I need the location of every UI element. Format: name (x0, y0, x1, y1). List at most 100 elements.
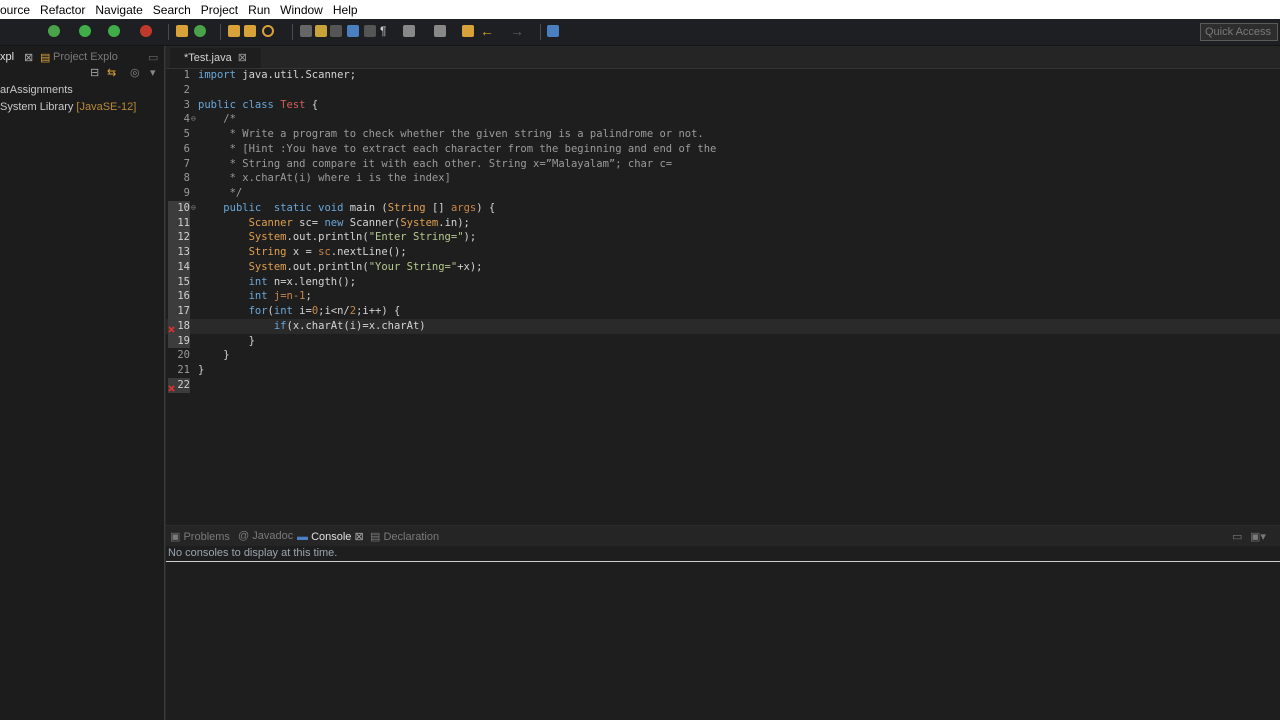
toggle-mark-icon[interactable] (330, 25, 342, 37)
code-line[interactable]: 6 * [Hint :You have to extract each char… (166, 142, 1280, 157)
code-line[interactable]: 22 (166, 377, 1280, 393)
code-text[interactable]: * String and compare it with each other.… (198, 157, 673, 172)
code-editor[interactable]: *Test.java ⊠ 1 import java.util.Scanner; 2 3… (166, 46, 1280, 525)
new-package-icon[interactable] (176, 25, 188, 37)
code-line[interactable]: 15 int n=x.length(); (166, 274, 1280, 290)
close-icon[interactable]: ⊠ (238, 52, 247, 64)
code-line[interactable]: 11 Scanner sc= new Scanner(System.in); (166, 215, 1280, 231)
menu-search[interactable]: Search (153, 3, 191, 17)
fold-toggle-icon[interactable]: ⊖ (191, 112, 196, 127)
open-console-icon[interactable]: ▣▾ (1250, 530, 1266, 543)
code-text[interactable]: } (198, 334, 255, 349)
code-line[interactable]: 1 import java.util.Scanner; (166, 68, 1280, 83)
menu-run[interactable]: Run (248, 3, 270, 17)
code-text[interactable]: for(int i=0;i<n/2;i++) { (198, 304, 401, 319)
menu-navigate[interactable]: Navigate (95, 3, 142, 17)
code-text[interactable]: public static void main (String [] args)… (198, 201, 495, 216)
highlight-icon[interactable] (300, 25, 312, 37)
fold-toggle-icon[interactable]: ⊖ (191, 201, 196, 216)
minimize-icon[interactable]: ▭ (148, 51, 158, 64)
coverage-icon[interactable] (108, 25, 120, 37)
left-pane: xpl ⊠ ▤ Project Explo ▭ ⊟ ⇆ ◎ ▾ arAssign… (0, 46, 165, 720)
menu-source[interactable]: ource (0, 3, 30, 17)
tab-javadoc[interactable]: @ Javadoc (238, 530, 293, 542)
tab-declaration[interactable]: ▤ Declaration (370, 530, 439, 543)
back-icon[interactable]: ← (480, 24, 494, 38)
tab-test-java[interactable]: *Test.java ⊠ (170, 48, 261, 68)
pen-icon[interactable] (315, 25, 327, 37)
open-task-icon[interactable] (244, 25, 256, 37)
close-icon[interactable]: ⊠ (24, 51, 33, 64)
code-text[interactable]: public class Test { (198, 98, 318, 113)
block-selection-icon[interactable] (364, 25, 376, 37)
code-text[interactable]: * Write a program to check whether the g… (198, 127, 704, 142)
code-text[interactable]: /* (198, 112, 236, 127)
error-marker-icon[interactable] (168, 382, 175, 392)
quick-access-input[interactable]: Quick Access (1200, 23, 1278, 41)
code-text[interactable]: } (198, 348, 229, 363)
new-class-icon[interactable] (194, 25, 206, 37)
menu-help[interactable]: Help (333, 3, 358, 17)
code-line[interactable]: 2 (166, 83, 1280, 98)
code-line[interactable]: 21} (166, 363, 1280, 378)
code-text[interactable]: */ (198, 186, 243, 201)
forward-icon[interactable]: → (510, 24, 524, 38)
code-line[interactable]: 12 System.out.println("Enter String="); (166, 230, 1280, 245)
tab-problems[interactable]: ▣ Problems (170, 530, 230, 543)
code-line[interactable]: 13 String x = sc.nextLine(); (166, 245, 1280, 260)
run-icon[interactable] (79, 25, 91, 37)
tree-item-library[interactable]: System Library [JavaSE-12] (0, 99, 164, 116)
toolbar-separator (220, 24, 221, 40)
code-text[interactable]: if(x.charAt(i)=x.charAt) (198, 319, 426, 334)
code-text[interactable]: * x.charAt(i) where i is the index] (198, 171, 451, 186)
search-icon[interactable] (262, 25, 274, 37)
menu-refactor[interactable]: Refactor (40, 3, 85, 17)
tab-project-explorer[interactable]: Project Explo (53, 51, 118, 63)
code-line[interactable]: 16 int j=n-1; (166, 289, 1280, 304)
code-text[interactable]: int n=x.length(); (198, 275, 356, 290)
code-line[interactable]: 10 ⊖ public static void main (String [] a… (166, 200, 1280, 216)
code-text[interactable]: System.out.println("Enter String="); (198, 230, 477, 245)
prev-annotation-icon[interactable] (434, 25, 446, 37)
code-text[interactable]: Scanner sc= new Scanner(System.in); (198, 216, 470, 231)
tab-console[interactable]: ▬ Console ⊠ (297, 530, 364, 543)
perspective-icon[interactable] (547, 25, 559, 37)
show-whitespace-icon[interactable]: ¶ (380, 25, 392, 37)
code-line[interactable]: 17 for(int i=0;i<n/2;i++) { (166, 304, 1280, 319)
next-annotation-icon[interactable] (403, 25, 415, 37)
code-line[interactable]: 5 * Write a program to check whether the… (166, 127, 1280, 142)
code-text[interactable]: } (198, 363, 204, 378)
focus-icon[interactable]: ◎ (130, 66, 140, 79)
error-marker-icon[interactable] (168, 323, 175, 333)
code-line[interactable]: 3 public class Test { (166, 98, 1280, 113)
tab-label: Javadoc (252, 530, 294, 542)
code-line[interactable]: 7 * String and compare it with each othe… (166, 157, 1280, 172)
code-text[interactable]: * [Hint :You have to extract each charac… (198, 142, 717, 157)
collapse-all-icon[interactable]: ⊟ (90, 66, 99, 79)
code-text[interactable]: int j=n-1; (198, 289, 312, 304)
word-wrap-icon[interactable] (347, 25, 359, 37)
link-editor-icon[interactable]: ⇆ (107, 66, 116, 79)
close-icon[interactable]: ⊠ (354, 531, 363, 543)
last-edit-icon[interactable] (462, 25, 474, 37)
code-text[interactable]: System.out.println("Your String="+x); (198, 260, 483, 275)
code-line[interactable]: 9 */ (166, 186, 1280, 201)
debug-icon[interactable] (48, 25, 60, 37)
code-line[interactable]: 20 } (166, 348, 1280, 363)
code-text[interactable]: String x = sc.nextLine(); (198, 245, 407, 260)
tree-item-project[interactable]: arAssignments (0, 82, 164, 99)
view-menu-icon[interactable]: ▾ (150, 66, 156, 79)
menu-window[interactable]: Window (280, 3, 323, 17)
display-console-icon[interactable]: ▭ (1232, 530, 1242, 543)
external-tools-icon[interactable] (140, 25, 152, 37)
code-line[interactable]: 19 } (166, 333, 1280, 349)
menu-project[interactable]: Project (201, 3, 238, 17)
tab-package-explorer[interactable]: xpl (0, 51, 14, 63)
code-area[interactable]: 1 import java.util.Scanner; 2 3 public class… (166, 68, 1280, 393)
code-line[interactable]: 14 System.out.println("Your String="+x); (166, 259, 1280, 275)
code-line[interactable]: 4 ⊖ /* (166, 112, 1280, 127)
code-line[interactable]: 8 * x.charAt(i) where i is the index] (166, 171, 1280, 186)
code-line[interactable]: 18 if(x.charAt(i)=x.charAt) (166, 318, 1280, 334)
code-text[interactable]: import java.util.Scanner; (198, 68, 356, 83)
open-type-icon[interactable] (228, 25, 240, 37)
